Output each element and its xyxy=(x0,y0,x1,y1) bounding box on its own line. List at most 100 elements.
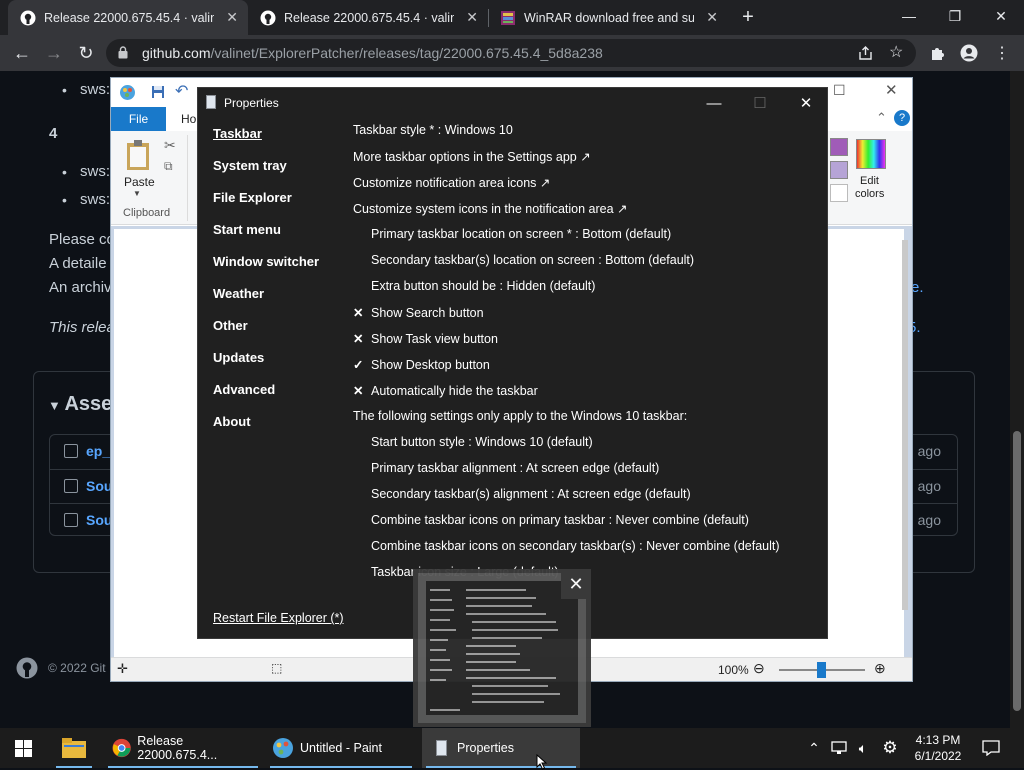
ribbon-collapse-icon[interactable]: ⌃ xyxy=(876,110,887,126)
browser-tab-1[interactable]: Release 22000.675.45.4 · valinet/E ✕ xyxy=(8,0,248,35)
option-show-task-view-button[interactable]: ✕ Show Task view button xyxy=(353,331,498,346)
option-auto-hide-taskbar[interactable]: ✕ Automatically hide the taskbar xyxy=(353,383,538,398)
bookmark-star-icon[interactable]: ☆ xyxy=(889,42,903,62)
option-show-desktop-button[interactable]: ✓ Show Desktop button xyxy=(353,357,490,372)
zoom-out-icon[interactable]: ⊖ xyxy=(753,660,765,677)
volume-icon[interactable]: 🔈︎ xyxy=(852,728,874,768)
paint-taskbar-button[interactable]: Untitled - Paint xyxy=(266,728,416,768)
bullet-text-2: sws: xyxy=(80,163,110,180)
paint-file-tab[interactable]: File xyxy=(111,107,166,131)
paste-dropdown-icon[interactable]: ▼ xyxy=(133,189,141,198)
option-primary-taskbar-location[interactable]: Primary taskbar location on screen * : B… xyxy=(371,227,671,241)
option-combine-secondary[interactable]: Combine taskbar icons on secondary taskb… xyxy=(371,539,780,553)
reload-icon[interactable]: ↻ xyxy=(74,41,98,65)
option-show-search-button[interactable]: ✕ Show Search button xyxy=(353,305,484,320)
preview-close-icon[interactable]: ✕ xyxy=(561,569,591,599)
thumbnail-line xyxy=(472,685,548,687)
nav-about[interactable]: About xyxy=(213,414,251,429)
help-icon[interactable]: ? xyxy=(894,110,910,126)
extensions-icon[interactable] xyxy=(929,45,945,61)
notification-center-icon[interactable] xyxy=(978,728,1004,768)
chrome-icon xyxy=(112,738,131,758)
close-icon[interactable]: ✕ xyxy=(783,88,829,118)
windows-start-icon[interactable] xyxy=(15,740,32,757)
nav-file-explorer[interactable]: File Explorer xyxy=(213,190,292,205)
browser-tab-3-title: WinRAR download free and supp xyxy=(524,10,694,25)
nav-window-switcher[interactable]: Window switcher xyxy=(213,254,319,269)
copy-icon[interactable]: ⧉ xyxy=(164,159,173,174)
option-customize-notification-icons[interactable]: Customize notification area icons ↗ xyxy=(353,175,550,190)
option-text: Customize notification area icons ↗ xyxy=(353,176,551,190)
network-icon[interactable] xyxy=(828,728,850,768)
thumbnail-line xyxy=(430,649,446,651)
forward-arrow-icon[interactable]: → xyxy=(42,41,66,65)
close-tab-icon[interactable]: ✕ xyxy=(466,9,478,26)
share-icon[interactable] xyxy=(858,46,873,61)
file-explorer-taskbar-button[interactable] xyxy=(52,728,96,768)
github-logo-icon[interactable] xyxy=(16,657,38,679)
nav-start-menu[interactable]: Start menu xyxy=(213,222,281,237)
option-primary-taskbar-alignment[interactable]: Primary taskbar alignment : At screen ed… xyxy=(371,461,659,475)
caret-down-icon: ▼ xyxy=(48,398,65,413)
option-secondary-taskbar-location[interactable]: Secondary taskbar(s) location on screen … xyxy=(371,253,694,267)
properties-taskbar-button[interactable]: Properties xyxy=(422,728,580,768)
paste-label[interactable]: Paste xyxy=(124,175,155,189)
close-tab-icon[interactable]: ✕ xyxy=(706,9,718,26)
thumbnail-line xyxy=(472,693,560,695)
option-start-button-style[interactable]: Start button style : Windows 10 (default… xyxy=(371,435,593,449)
scrollbar-thumb[interactable] xyxy=(1013,431,1021,711)
profile-icon[interactable] xyxy=(960,44,978,62)
cut-icon[interactable]: ✂ xyxy=(164,137,176,154)
edit-colors-label-2[interactable]: colors xyxy=(855,188,884,200)
settings-gear-icon[interactable]: ⚙ xyxy=(878,728,902,768)
taskbar-thumbnail-preview[interactable]: ✕ xyxy=(413,569,591,727)
paint-home-tab[interactable]: Ho xyxy=(181,112,196,126)
option-combine-primary[interactable]: Combine taskbar icons on primary taskbar… xyxy=(371,513,749,527)
nav-advanced[interactable]: Advanced xyxy=(213,382,275,397)
option-more-taskbar-options[interactable]: More taskbar options in the Settings app… xyxy=(353,149,591,164)
zoom-slider-thumb[interactable] xyxy=(817,662,826,678)
paste-clipboard-icon[interactable] xyxy=(125,139,153,171)
restore-icon[interactable]: ❐ xyxy=(932,0,978,32)
undo-icon[interactable]: ↶ xyxy=(175,81,188,101)
minimize-icon[interactable]: — xyxy=(886,0,932,32)
nav-taskbar[interactable]: Taskbar xyxy=(213,126,262,141)
minimize-icon[interactable]: — xyxy=(691,88,737,118)
browser-tab-3[interactable]: WinRAR download free and supp ✕ xyxy=(488,0,728,35)
nav-weather[interactable]: Weather xyxy=(213,286,264,301)
back-arrow-icon[interactable]: ← xyxy=(10,41,34,65)
asset-name[interactable]: Sou xyxy=(86,512,112,528)
paint-maximize-icon[interactable]: ☐ xyxy=(833,82,846,99)
paint-scrollbar[interactable] xyxy=(902,240,908,610)
asset-name[interactable]: Sou xyxy=(86,478,112,494)
new-tab-button[interactable]: + xyxy=(736,5,760,29)
assets-heading[interactable]: ▼ Asse xyxy=(48,393,112,416)
close-window-icon[interactable]: ✕ xyxy=(978,0,1024,32)
close-tab-icon[interactable]: ✕ xyxy=(226,9,238,26)
show-hidden-icons-chevron[interactable]: ⌃ xyxy=(804,728,824,768)
color-swatch-purple[interactable] xyxy=(830,138,848,156)
option-extra-button[interactable]: Extra button should be : Hidden (default… xyxy=(371,279,595,293)
nav-other[interactable]: Other xyxy=(213,318,248,333)
save-icon[interactable] xyxy=(151,85,165,99)
edit-colors-icon[interactable] xyxy=(856,139,886,169)
browser-tab-2[interactable]: Release 22000.675.45.4 · valinet/E ✕ xyxy=(248,0,488,35)
paint-close-icon[interactable]: ✕ xyxy=(885,81,898,99)
option-customize-system-icons[interactable]: Customize system icons in the notificati… xyxy=(353,201,627,216)
zoom-in-icon[interactable]: ⊕ xyxy=(874,660,886,677)
browser-toolbar: ← → ↻ github.com/valinet/ExplorerPatcher… xyxy=(0,35,1024,71)
page-scrollbar[interactable] xyxy=(1010,71,1024,728)
system-clock[interactable]: 4:13 PM 6/1/2022 xyxy=(906,732,970,764)
nav-system-tray[interactable]: System tray xyxy=(213,158,287,173)
restart-file-explorer-link[interactable]: Restart File Explorer (*) xyxy=(213,611,344,625)
edit-colors-label-1[interactable]: Edit xyxy=(860,175,879,187)
option-secondary-taskbar-alignment[interactable]: Secondary taskbar(s) alignment : At scre… xyxy=(371,487,691,501)
chrome-taskbar-button[interactable]: Release 22000.675.4... xyxy=(104,728,262,768)
section-heading-4: 4 xyxy=(49,125,58,142)
color-swatch-white[interactable] xyxy=(830,184,848,202)
menu-kebab-icon[interactable]: ⋮ xyxy=(990,41,1014,65)
nav-updates[interactable]: Updates xyxy=(213,350,264,365)
option-taskbar-style[interactable]: Taskbar style * : Windows 10 xyxy=(353,123,513,137)
address-bar[interactable]: github.com/valinet/ExplorerPatcher/relea… xyxy=(106,39,916,67)
color-swatch-lavender[interactable] xyxy=(830,161,848,179)
